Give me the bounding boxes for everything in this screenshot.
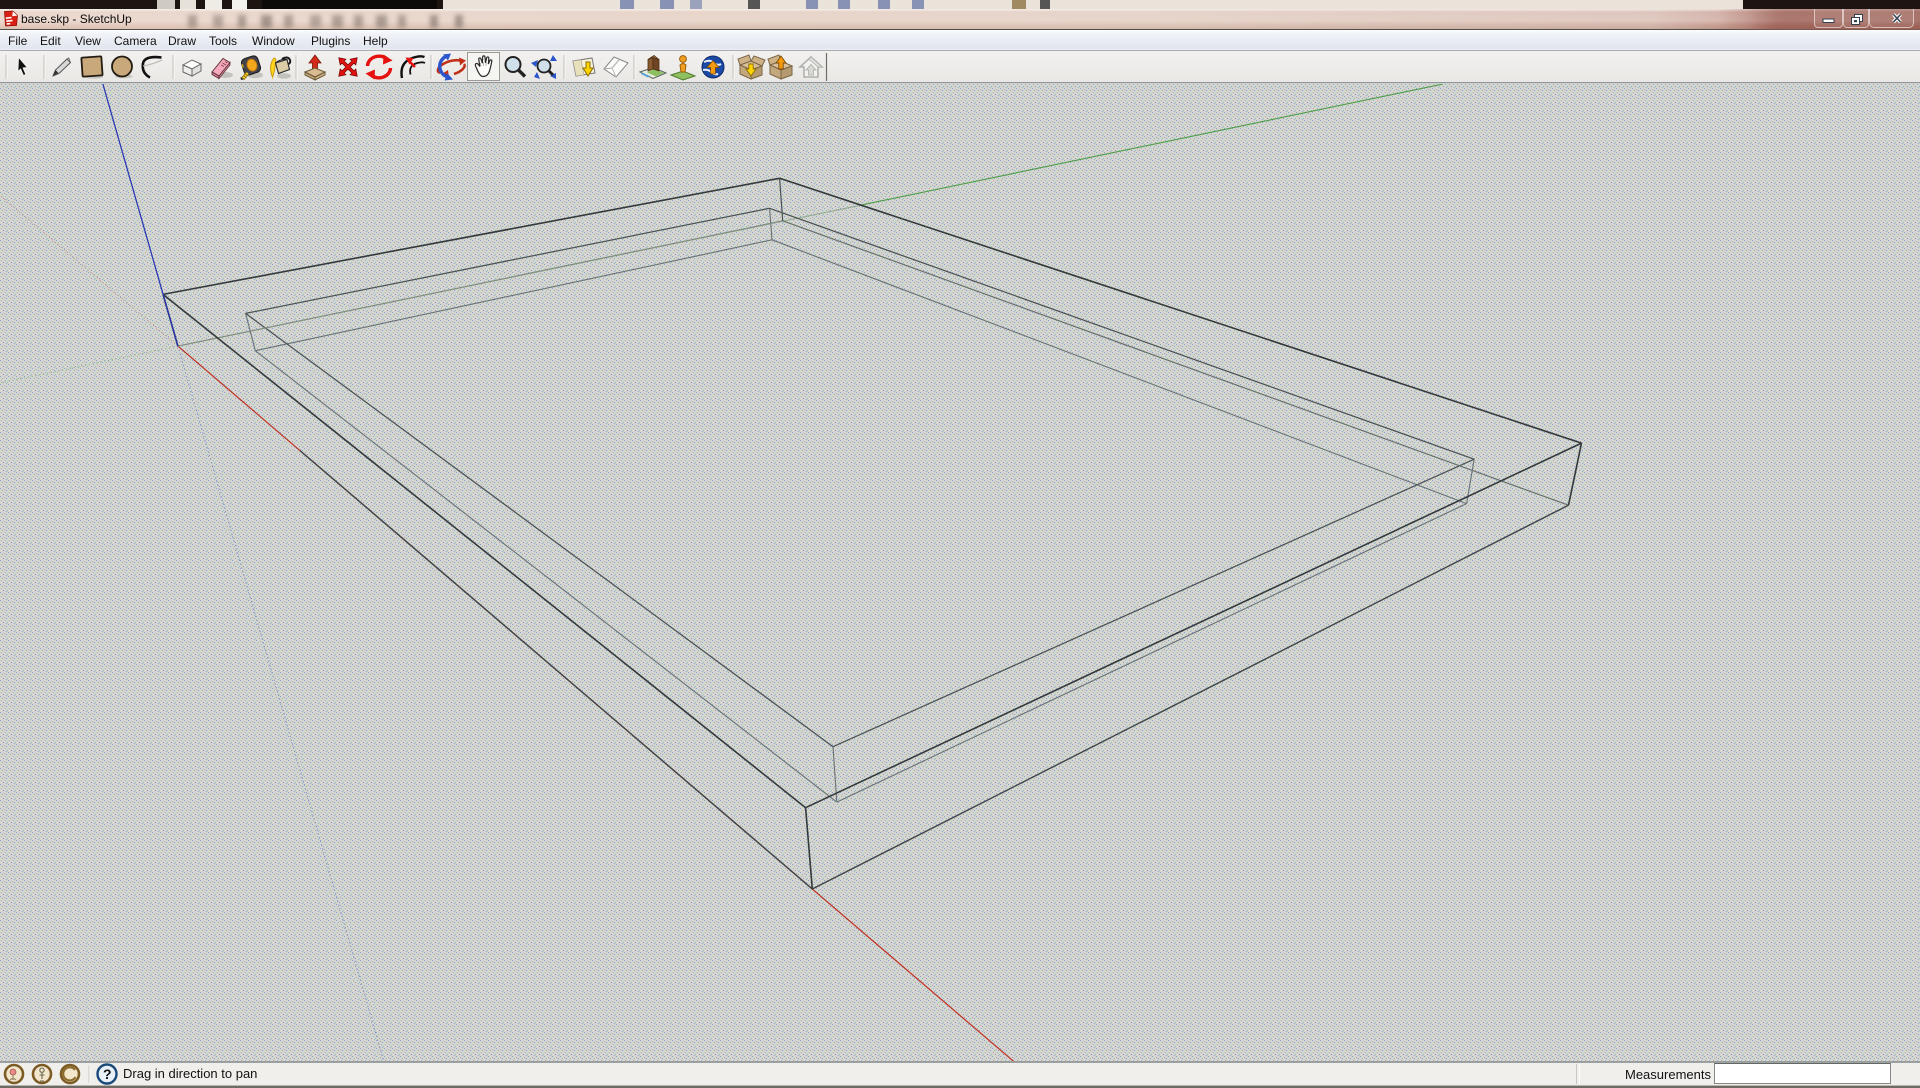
svg-text:?: ? [103, 1066, 112, 1082]
